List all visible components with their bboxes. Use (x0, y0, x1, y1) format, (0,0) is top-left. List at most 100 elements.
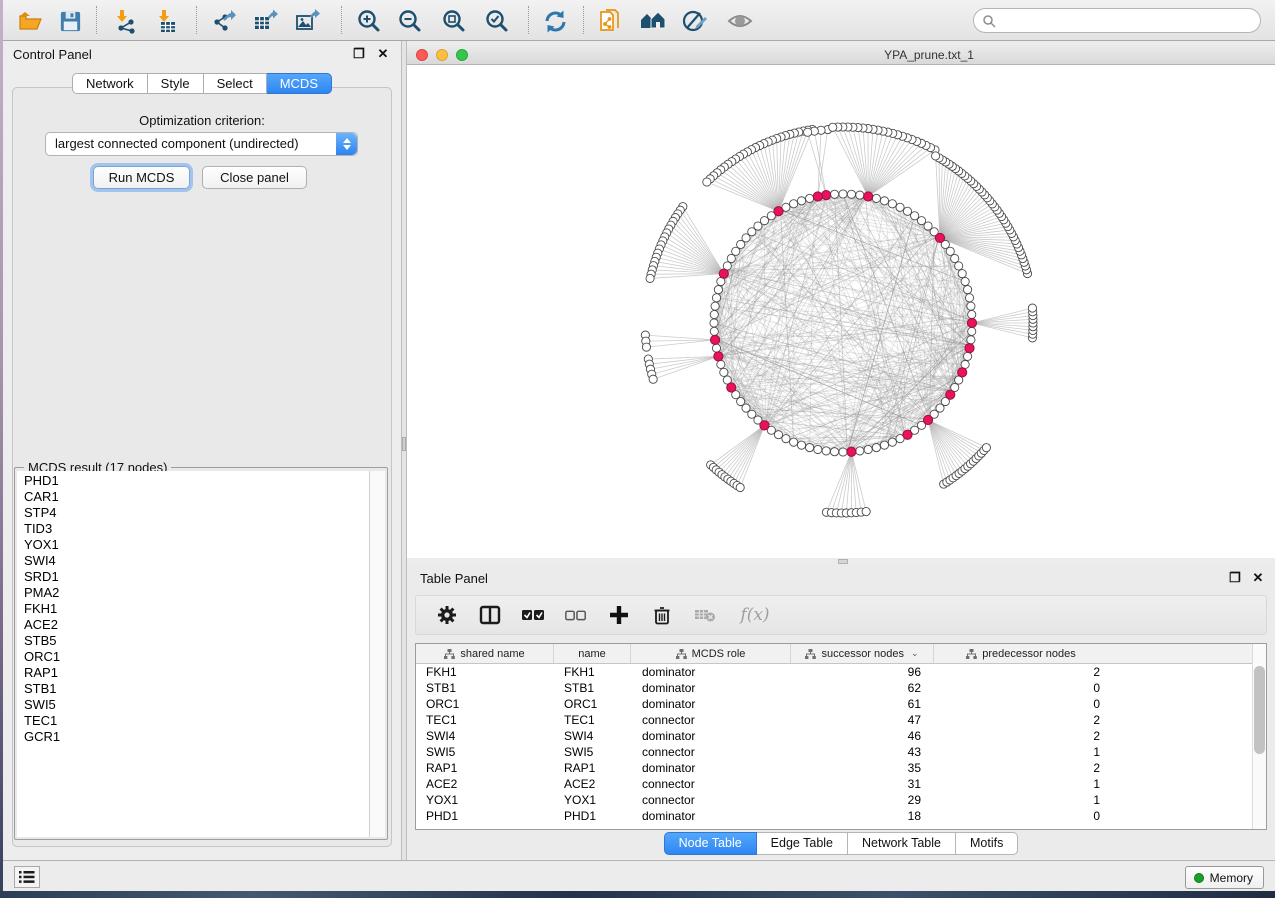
mcds-result-item[interactable]: PMA2 (24, 585, 369, 601)
network-node[interactable] (806, 444, 814, 452)
cell[interactable]: 2 (934, 664, 1108, 680)
network-node[interactable] (862, 507, 870, 515)
network-node[interactable] (710, 310, 718, 318)
mcds-result-item[interactable]: STB5 (24, 633, 369, 649)
add-column-button[interactable] (606, 602, 632, 628)
export-network-button[interactable] (208, 5, 240, 37)
hide-selected-button[interactable] (679, 5, 711, 37)
clear-all-checks-button[interactable] (563, 602, 589, 628)
network-node[interactable] (830, 448, 838, 456)
network-node[interactable] (736, 483, 744, 491)
cell[interactable]: 46 (791, 728, 934, 744)
cell[interactable]: connector (631, 712, 791, 728)
network-node[interactable] (965, 294, 973, 302)
network-node[interactable] (790, 438, 798, 446)
cell[interactable]: connector (631, 776, 791, 792)
import-table-button[interactable] (150, 5, 182, 37)
network-node[interactable] (856, 447, 864, 455)
task-history-button[interactable] (14, 866, 40, 888)
zoom-fit-button[interactable] (438, 5, 470, 37)
cell[interactable]: PHD1 (554, 808, 631, 824)
mcds-result-item[interactable]: TEC1 (24, 713, 369, 729)
save-session-button[interactable] (54, 5, 86, 37)
cell[interactable]: SWI5 (554, 744, 631, 760)
network-node[interactable] (720, 368, 728, 376)
cell[interactable]: 96 (791, 664, 934, 680)
dominator-node[interactable] (774, 207, 783, 216)
cell[interactable]: 61 (791, 696, 934, 712)
table-row[interactable]: TEC1TEC1connector472 (416, 712, 1252, 728)
splitter-grabber[interactable] (838, 559, 848, 564)
cell[interactable]: PHD1 (416, 808, 554, 824)
network-node[interactable] (982, 444, 990, 452)
network-node[interactable] (847, 190, 855, 198)
network-node[interactable] (955, 262, 963, 270)
cell[interactable]: 0 (934, 808, 1108, 824)
export-table-button[interactable] (249, 5, 281, 37)
float-panel-icon[interactable]: ❐ (1227, 570, 1243, 586)
mcds-result-item[interactable]: ACE2 (24, 617, 369, 633)
table-settings-button[interactable] (434, 602, 460, 628)
select-all-checks-button[interactable] (520, 602, 546, 628)
minimize-window-traffic-light[interactable] (436, 49, 448, 61)
network-window-titlebar[interactable]: YPA_prune.txt_1 (407, 45, 1275, 65)
table-scrollbar[interactable] (1252, 644, 1266, 829)
dominator-node[interactable] (946, 390, 955, 399)
table-row[interactable]: ORC1ORC1dominator610 (416, 696, 1252, 712)
mcds-result-item[interactable]: SRD1 (24, 569, 369, 585)
cell[interactable]: 29 (791, 792, 934, 808)
cell[interactable]: 2 (934, 760, 1108, 776)
cell[interactable]: FKH1 (554, 664, 631, 680)
network-node[interactable] (829, 123, 837, 131)
zoom-out-button[interactable] (394, 5, 426, 37)
cell[interactable]: YOX1 (554, 792, 631, 808)
network-node[interactable] (964, 286, 972, 294)
dominator-node[interactable] (719, 269, 728, 278)
network-node[interactable] (822, 447, 830, 455)
network-node[interactable] (712, 294, 720, 302)
table-row[interactable]: SWI5SWI5connector431 (416, 744, 1252, 760)
cell[interactable]: ORC1 (554, 696, 631, 712)
tab-mcds[interactable]: MCDS (267, 73, 332, 94)
cell[interactable]: 2 (934, 728, 1108, 744)
network-node[interactable] (710, 319, 718, 327)
mcds-result-item[interactable]: FKH1 (24, 601, 369, 617)
import-network-button[interactable] (109, 5, 141, 37)
tab-edge-table[interactable]: Edge Table (757, 832, 848, 855)
network-node[interactable] (782, 435, 790, 443)
network-node[interactable] (712, 344, 720, 352)
network-node[interactable] (839, 190, 847, 198)
zoom-window-traffic-light[interactable] (456, 49, 468, 61)
network-node[interactable] (774, 431, 782, 439)
network-node[interactable] (804, 128, 812, 136)
network-node[interactable] (880, 441, 888, 449)
cell[interactable]: TEC1 (554, 712, 631, 728)
mcds-result-item[interactable]: STP4 (24, 505, 369, 521)
dominator-node[interactable] (935, 233, 944, 242)
mcds-result-item[interactable]: STB1 (24, 681, 369, 697)
cell[interactable]: dominator (631, 760, 791, 776)
network-node[interactable] (703, 178, 711, 186)
network-node[interactable] (896, 203, 904, 211)
network-node[interactable] (839, 448, 847, 456)
network-node[interactable] (649, 375, 657, 383)
cell[interactable]: SWI4 (554, 728, 631, 744)
network-node[interactable] (814, 445, 822, 453)
cell[interactable]: 47 (791, 712, 934, 728)
dominator-node[interactable] (864, 192, 873, 201)
dominator-node[interactable] (822, 191, 831, 200)
tab-network[interactable]: Network (72, 73, 148, 94)
zoom-in-button[interactable] (353, 5, 385, 37)
cell[interactable]: TEC1 (416, 712, 554, 728)
dominator-node[interactable] (727, 383, 736, 392)
network-node[interactable] (872, 194, 880, 202)
mcds-result-item[interactable]: ORC1 (24, 649, 369, 665)
delete-column-button[interactable] (649, 602, 675, 628)
search-input[interactable] (996, 11, 1260, 30)
dominator-node[interactable] (711, 335, 720, 344)
network-node[interactable] (830, 190, 838, 198)
memory-button[interactable]: Memory (1185, 866, 1264, 889)
network-node[interactable] (710, 327, 718, 335)
network-node[interactable] (888, 200, 896, 208)
float-panel-icon[interactable]: ❐ (351, 46, 367, 62)
